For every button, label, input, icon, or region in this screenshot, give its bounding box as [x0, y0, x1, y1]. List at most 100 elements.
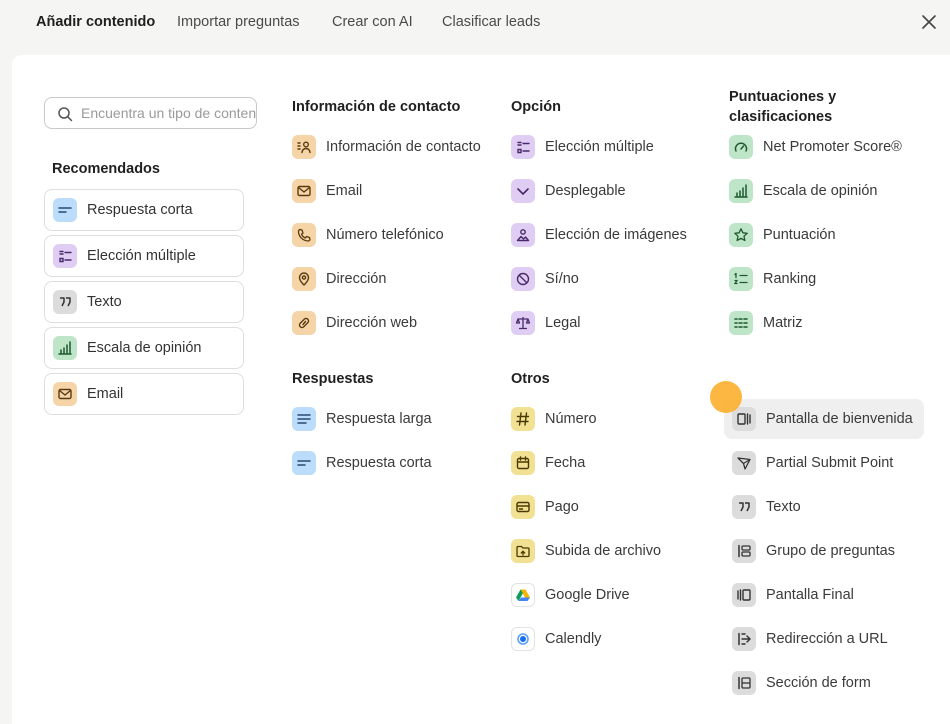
- redirect-icon: [732, 627, 756, 651]
- item-label: Respuesta corta: [326, 455, 432, 471]
- item-label: Grupo de preguntas: [766, 543, 895, 559]
- recommended-item-opinion-scale[interactable]: Escala de opinión: [44, 327, 244, 369]
- item-label: Pantalla Final: [766, 587, 854, 603]
- option-heading: Opción: [511, 99, 561, 115]
- item-label: Google Drive: [545, 587, 630, 603]
- search-box[interactable]: [44, 97, 257, 129]
- item-nps[interactable]: Net Promoter Score®: [729, 133, 902, 161]
- folder-upload-icon: [511, 539, 535, 563]
- item-label: Dirección: [326, 271, 387, 287]
- recommended-item-short-answer[interactable]: Respuesta corta: [44, 189, 244, 231]
- send-icon: [732, 451, 756, 475]
- item-date[interactable]: Fecha: [511, 449, 585, 477]
- item-opinion-scale[interactable]: Escala de opinión: [729, 177, 877, 205]
- contact-heading: Información de contacto: [292, 99, 461, 115]
- calendly-icon: [511, 627, 535, 651]
- envelope-icon: [292, 179, 316, 203]
- item-text[interactable]: Texto: [732, 493, 801, 521]
- item-payment[interactable]: Pago: [511, 493, 579, 521]
- short-text-icon: [292, 451, 316, 475]
- answers-heading: Respuestas: [292, 371, 374, 387]
- item-rating[interactable]: Puntuación: [729, 221, 836, 249]
- item-label: Puntuación: [763, 227, 836, 243]
- credit-card-icon: [511, 495, 535, 519]
- item-label: Email: [326, 183, 363, 199]
- recommended-item-multiple-choice[interactable]: Elección múltiple: [44, 235, 244, 277]
- ranking-icon: [729, 267, 753, 291]
- image-choice-icon: [511, 223, 535, 247]
- search-input[interactable]: [81, 98, 256, 128]
- multiple-choice-icon: [511, 135, 535, 159]
- hash-icon: [511, 407, 535, 431]
- item-label: Texto: [766, 499, 801, 515]
- item-label: Información de contacto: [326, 139, 481, 155]
- item-file-upload[interactable]: Subida de archivo: [511, 537, 661, 565]
- item-label: Respuesta corta: [87, 202, 193, 218]
- item-label: Email: [87, 386, 124, 402]
- scales-icon: [511, 311, 535, 335]
- item-multiple-choice[interactable]: Elección múltiple: [511, 133, 654, 161]
- item-web-address[interactable]: Dirección web: [292, 309, 417, 337]
- item-number[interactable]: Número: [511, 405, 597, 433]
- short-text-icon: [53, 198, 77, 222]
- bar-chart-icon: [729, 179, 753, 203]
- location-pin-icon: [292, 267, 316, 291]
- item-yes-no[interactable]: Sí/no: [511, 265, 579, 293]
- item-image-choice[interactable]: Elección de imágenes: [511, 221, 687, 249]
- calendar-icon: [511, 451, 535, 475]
- tab-classify-leads[interactable]: Clasificar leads: [442, 14, 540, 30]
- item-address[interactable]: Dirección: [292, 265, 386, 293]
- item-long-answer[interactable]: Respuesta larga: [292, 405, 432, 433]
- item-question-group[interactable]: Grupo de preguntas: [732, 537, 895, 565]
- contact-card-icon: [292, 135, 316, 159]
- item-label: Elección múltiple: [545, 139, 654, 155]
- item-label: Partial Submit Point: [766, 455, 894, 471]
- item-calendly[interactable]: Calendly: [511, 625, 601, 653]
- multiple-choice-icon: [53, 244, 77, 268]
- item-dropdown[interactable]: Desplegable: [511, 177, 626, 205]
- tab-add-content[interactable]: Añadir contenido: [36, 14, 155, 30]
- item-label: Sí/no: [545, 271, 579, 287]
- item-partial-submit[interactable]: Partial Submit Point: [732, 449, 893, 477]
- tab-create-with-ai[interactable]: Crear con AI: [332, 14, 413, 30]
- item-phone[interactable]: Número telefónico: [292, 221, 444, 249]
- recommended-item-email[interactable]: Email: [44, 373, 244, 415]
- tab-import-questions[interactable]: Importar preguntas: [177, 14, 300, 30]
- item-label: Dirección web: [326, 315, 418, 331]
- top-tab-bar: Añadir contenido Importar preguntas Crea…: [0, 0, 950, 46]
- close-icon[interactable]: [920, 13, 938, 31]
- recommended-heading: Recomendados: [52, 161, 160, 177]
- item-legal[interactable]: Legal: [511, 309, 580, 337]
- item-label: Calendly: [545, 631, 602, 647]
- item-contact-info[interactable]: Información de contacto: [292, 133, 481, 161]
- quote-icon: [732, 495, 756, 519]
- question-group-icon: [732, 539, 756, 563]
- long-text-icon: [292, 407, 316, 431]
- item-label: Desplegable: [545, 183, 626, 199]
- item-end-screen[interactable]: Pantalla Final: [732, 581, 854, 609]
- google-drive-icon: [511, 583, 535, 607]
- item-label: Pago: [545, 499, 579, 515]
- item-label: Sección de form: [766, 675, 871, 691]
- item-label: Número: [545, 411, 597, 427]
- item-short-answer[interactable]: Respuesta corta: [292, 449, 432, 477]
- welcome-screen-icon: [732, 407, 756, 431]
- item-url-redirect[interactable]: Redirección a URL: [732, 625, 888, 653]
- quote-icon: [53, 290, 77, 314]
- gauge-icon: [729, 135, 753, 159]
- item-google-drive[interactable]: Google Drive: [511, 581, 630, 609]
- item-ranking[interactable]: Ranking: [729, 265, 816, 293]
- item-label: Elección múltiple: [87, 248, 196, 264]
- item-label: Redirección a URL: [766, 631, 888, 647]
- recommended-item-text[interactable]: Texto: [44, 281, 244, 323]
- bar-chart-icon: [53, 336, 77, 360]
- item-label: Subida de archivo: [545, 543, 662, 559]
- ratings-heading: Puntuaciones y clasificaciones: [729, 89, 837, 125]
- item-welcome-screen[interactable]: Pantalla de bienvenida: [732, 405, 913, 433]
- item-matrix[interactable]: Matriz: [729, 309, 802, 337]
- item-form-section[interactable]: Sección de form: [732, 669, 871, 697]
- item-label: Escala de opinión: [87, 340, 202, 356]
- grid-icon: [729, 311, 753, 335]
- item-email[interactable]: Email: [292, 177, 362, 205]
- item-label: Elección de imágenes: [545, 227, 687, 243]
